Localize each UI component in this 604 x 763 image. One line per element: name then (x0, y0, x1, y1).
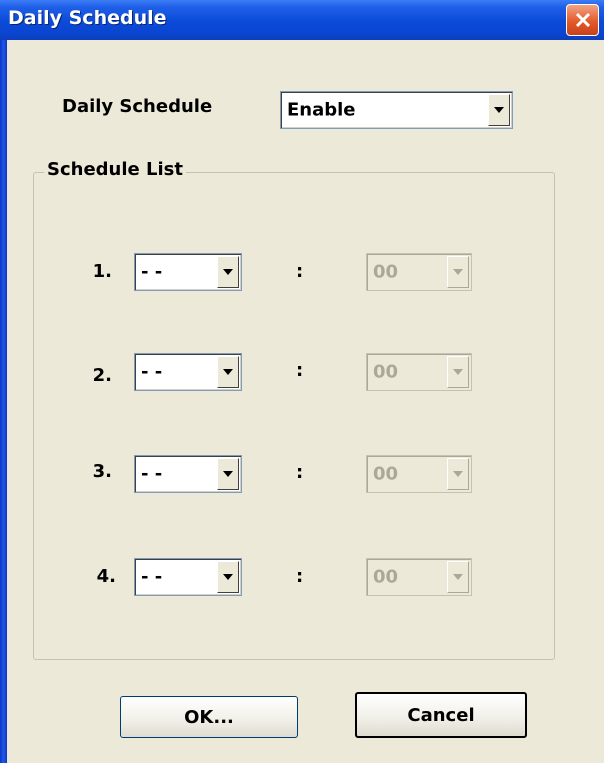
daily-schedule-value: Enable (287, 99, 356, 121)
time-separator: : (296, 261, 304, 282)
schedule-row-2-minute-select[interactable]: 00 (366, 353, 472, 391)
daily-schedule-label: Daily Schedule (62, 96, 213, 117)
hour-dropdown-button[interactable] (217, 458, 239, 490)
schedule-row-4-minute-select[interactable]: 00 (366, 558, 472, 596)
minute-value: 00 (373, 361, 399, 383)
schedule-row-2-hour-select[interactable]: - - (134, 353, 242, 391)
hour-dropdown-button[interactable] (217, 256, 239, 288)
schedule-list-legend: Schedule List (44, 159, 186, 180)
minute-value: 00 (373, 463, 399, 485)
hour-value: - - (141, 361, 163, 383)
minute-dropdown-button[interactable] (447, 561, 469, 593)
hour-dropdown-button[interactable] (217, 561, 239, 593)
schedule-row-3-minute-select[interactable]: 00 (366, 455, 472, 493)
minute-dropdown-button[interactable] (447, 458, 469, 490)
daily-schedule-select[interactable]: Enable (280, 91, 513, 129)
chevron-down-icon (223, 574, 233, 580)
schedule-row-3-hour-select[interactable]: - - (134, 455, 242, 493)
chevron-down-icon (223, 269, 233, 275)
time-separator: : (296, 360, 304, 381)
chevron-down-icon (494, 107, 504, 113)
chevron-down-icon (453, 471, 463, 477)
schedule-row-4-number: 4. (96, 566, 116, 587)
schedule-row-1-number: 1. (92, 261, 112, 282)
cancel-button[interactable]: Cancel (355, 692, 527, 738)
chevron-down-icon (223, 369, 233, 375)
time-separator: : (296, 566, 304, 587)
schedule-row-1-hour-select[interactable]: - - (134, 253, 242, 291)
hour-dropdown-button[interactable] (217, 356, 239, 388)
daily-schedule-dropdown-button[interactable] (488, 94, 510, 126)
schedule-row-3-number: 3. (92, 461, 112, 482)
minute-dropdown-button[interactable] (447, 356, 469, 388)
hour-value: - - (141, 463, 163, 485)
schedule-row-4-hour-select[interactable]: - - (134, 558, 242, 596)
minute-dropdown-button[interactable] (447, 256, 469, 288)
time-separator: : (296, 462, 304, 483)
hour-value: - - (141, 261, 163, 283)
ok-button[interactable]: OK... (120, 696, 298, 738)
title-bar[interactable]: Daily Schedule (0, 0, 604, 40)
hour-value: - - (141, 566, 163, 588)
close-button[interactable] (566, 4, 599, 36)
minute-value: 00 (373, 261, 399, 283)
schedule-row-2-number: 2. (92, 365, 112, 386)
window-title: Daily Schedule (8, 7, 167, 29)
close-icon (574, 11, 592, 29)
chevron-down-icon (453, 269, 463, 275)
chevron-down-icon (453, 369, 463, 375)
chevron-down-icon (453, 574, 463, 580)
chevron-down-icon (223, 471, 233, 477)
schedule-row-1-minute-select[interactable]: 00 (366, 253, 472, 291)
minute-value: 00 (373, 566, 399, 588)
window-left-border (0, 0, 7, 763)
dialog-window: Daily Schedule Daily Schedule Enable Sch… (0, 0, 604, 763)
